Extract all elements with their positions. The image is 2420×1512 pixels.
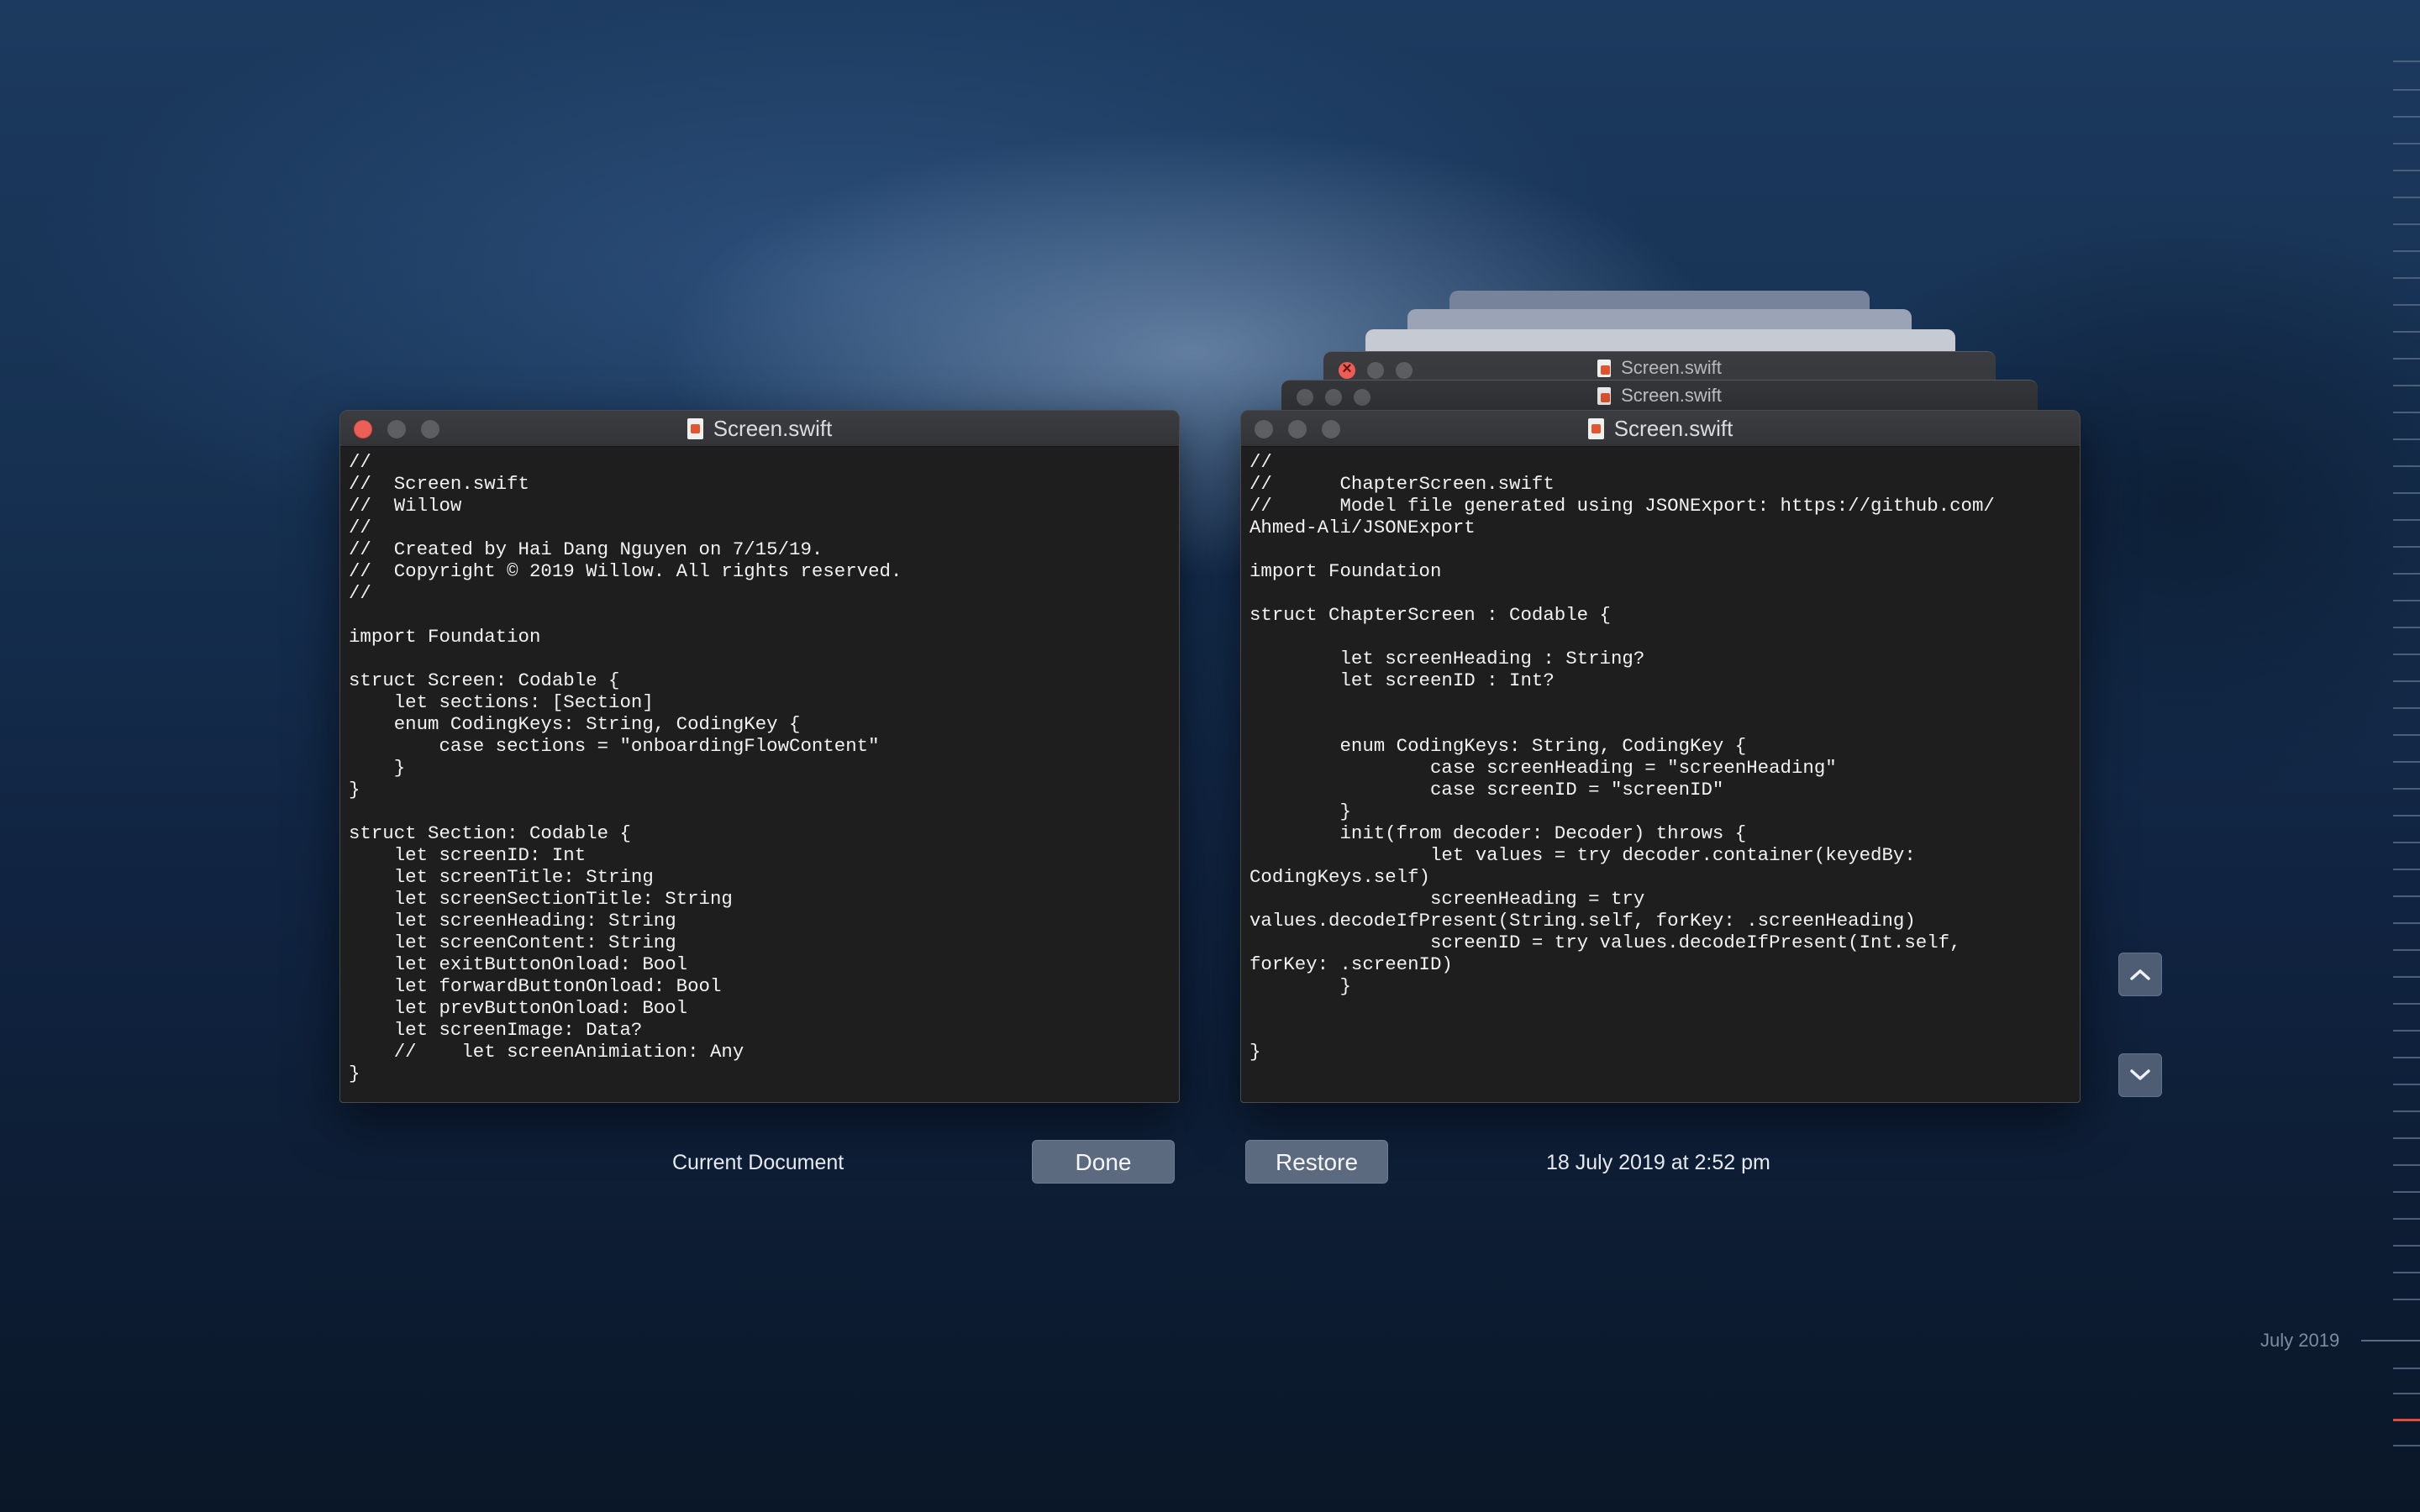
- timeline-tick[interactable]: [2393, 600, 2420, 601]
- timeline-tick[interactable]: [2393, 680, 2420, 682]
- timeline-tick[interactable]: [2393, 1110, 2420, 1112]
- previous-version-button[interactable]: [2118, 953, 2162, 996]
- timeline-tick[interactable]: [2393, 1445, 2420, 1446]
- restore-button[interactable]: Restore: [1245, 1140, 1388, 1184]
- timeline-tick[interactable]: [2393, 519, 2420, 521]
- timeline-tick[interactable]: [2393, 1164, 2420, 1166]
- timeline-tick[interactable]: [2393, 976, 2420, 978]
- timeline-tick[interactable]: [2393, 89, 2420, 91]
- timeline-tick[interactable]: [2393, 707, 2420, 709]
- timeline-tick[interactable]: [2393, 438, 2420, 440]
- timeline-tick[interactable]: [2393, 1393, 2420, 1394]
- timeline-tick[interactable]: [2393, 1368, 2420, 1369]
- timeline-tick[interactable]: [2393, 197, 2420, 198]
- timeline-month-tick[interactable]: [2361, 1340, 2420, 1341]
- chevron-down-icon: [2130, 1069, 2150, 1080]
- current-document-window[interactable]: Screen.swift // // Screen.swift // Willo…: [339, 410, 1180, 1103]
- timeline-tick[interactable]: [2393, 949, 2420, 951]
- timeline-tick[interactable]: [2393, 1245, 2420, 1247]
- timeline-tick[interactable]: [2393, 492, 2420, 494]
- next-version-button[interactable]: [2118, 1053, 2162, 1097]
- timeline-tick[interactable]: [2393, 250, 2420, 252]
- timeline-tick[interactable]: [2393, 788, 2420, 790]
- timeline-current-tick[interactable]: [2393, 1419, 2420, 1421]
- timeline-tick[interactable]: [2393, 1057, 2420, 1058]
- timeline-tick[interactable]: [2393, 304, 2420, 306]
- timeline-tick[interactable]: [2393, 761, 2420, 763]
- timeline-tick[interactable]: [2393, 627, 2420, 628]
- timeline-month-label: July 2019: [2260, 1330, 2340, 1351]
- window-titlebar[interactable]: Screen.swift: [340, 411, 1179, 447]
- timeline-tick[interactable]: [2393, 1218, 2420, 1220]
- timeline-tick[interactable]: [2393, 331, 2420, 333]
- swift-file-icon: [687, 418, 703, 439]
- swift-file-icon: [1597, 387, 1612, 405]
- timeline-tick[interactable]: [2393, 1003, 2420, 1005]
- timeline-tick[interactable]: [2393, 895, 2420, 897]
- timeline-tick[interactable]: [2393, 815, 2420, 816]
- timeline-tick[interactable]: [2393, 170, 2420, 171]
- timeline-tick[interactable]: [2393, 1030, 2420, 1032]
- stack-window-edge: [1449, 291, 1870, 311]
- timeline-tick[interactable]: [2393, 546, 2420, 548]
- timeline-tick[interactable]: [2393, 60, 2420, 62]
- window-title: Screen.swift: [1241, 411, 2080, 446]
- timeline-tick[interactable]: [2393, 1299, 2420, 1300]
- timeline-tick[interactable]: [2393, 869, 2420, 870]
- swift-file-icon: [1597, 360, 1612, 377]
- timeline-tick[interactable]: [2393, 1272, 2420, 1273]
- stack-window-title: Screen.swift: [1281, 381, 2038, 414]
- stack-window[interactable]: Screen.swift: [1281, 380, 2038, 414]
- timeline-tick[interactable]: [2393, 143, 2420, 144]
- timeline-tick[interactable]: [2393, 654, 2420, 655]
- timeline-tick[interactable]: [2393, 734, 2420, 736]
- done-button[interactable]: Done: [1032, 1140, 1175, 1184]
- timeline-tick[interactable]: [2393, 465, 2420, 467]
- swift-file-icon: [1587, 418, 1604, 439]
- code-viewer[interactable]: // // ChapterScreen.swift // Model file …: [1249, 446, 2071, 1102]
- stack-window-edge: [1407, 309, 1912, 331]
- timeline-tick[interactable]: [2393, 842, 2420, 843]
- version-timeline[interactable]: [2361, 0, 2420, 1512]
- window-title: Screen.swift: [340, 411, 1179, 446]
- timeline-tick[interactable]: [2393, 116, 2420, 118]
- timeline-tick[interactable]: [2393, 277, 2420, 279]
- code-editor[interactable]: // // Screen.swift // Willow // // Creat…: [349, 446, 1171, 1102]
- stack-window-edge: [1365, 329, 1955, 353]
- timeline-tick[interactable]: [2393, 223, 2420, 225]
- current-document-label: Current Document: [672, 1151, 844, 1174]
- timeline-tick[interactable]: [2393, 922, 2420, 924]
- timeline-tick[interactable]: [2393, 385, 2420, 386]
- timeline-tick[interactable]: [2393, 573, 2420, 575]
- timeline-tick[interactable]: [2393, 358, 2420, 360]
- timeline-tick[interactable]: [2393, 1084, 2420, 1085]
- timeline-tick[interactable]: [2393, 1191, 2420, 1193]
- timeline-tick[interactable]: [2393, 412, 2420, 413]
- chevron-up-icon: [2130, 969, 2150, 980]
- version-date-label: 18 July 2019 at 2:52 pm: [1546, 1151, 1770, 1174]
- timeline-tick[interactable]: [2393, 1137, 2420, 1139]
- version-document-window[interactable]: Screen.swift // // ChapterScreen.swift /…: [1240, 410, 2081, 1103]
- window-titlebar[interactable]: Screen.swift: [1241, 411, 2080, 447]
